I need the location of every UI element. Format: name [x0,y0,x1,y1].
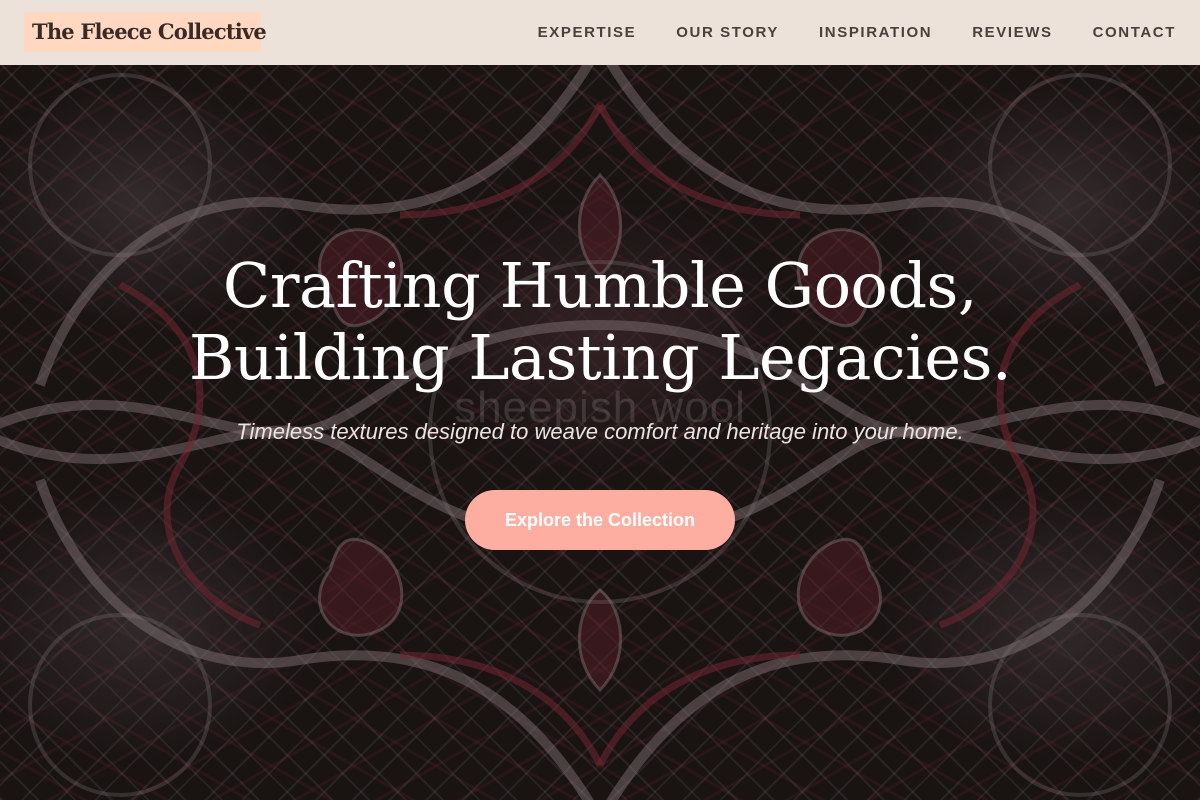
hero-title: Crafting Humble Goods, Building Lasting … [0,250,1200,394]
nav-link-contact[interactable]: CONTACT [1093,24,1176,41]
hero-title-line-1: Crafting Humble Goods, [222,249,978,322]
explore-collection-button[interactable]: Explore the Collection [465,490,735,550]
main-nav: EXPERTISE OUR STORY INSPIRATION REVIEWS … [498,0,1176,65]
nav-link-expertise[interactable]: EXPERTISE [538,24,637,41]
hero-subtitle: Timeless textures designed to weave comf… [236,419,964,444]
logo-text: The Fleece Collective [32,19,267,44]
site-header: The Fleece Collective EXPERTISE OUR STOR… [0,0,1200,65]
hero-section: Crafting Humble Goods, Building Lasting … [0,65,1200,800]
logo[interactable]: The Fleece Collective [24,12,267,52]
nav-link-inspiration[interactable]: INSPIRATION [819,24,932,41]
nav-link-our-story[interactable]: OUR STORY [676,24,779,41]
nav-link-reviews[interactable]: REVIEWS [972,24,1052,41]
